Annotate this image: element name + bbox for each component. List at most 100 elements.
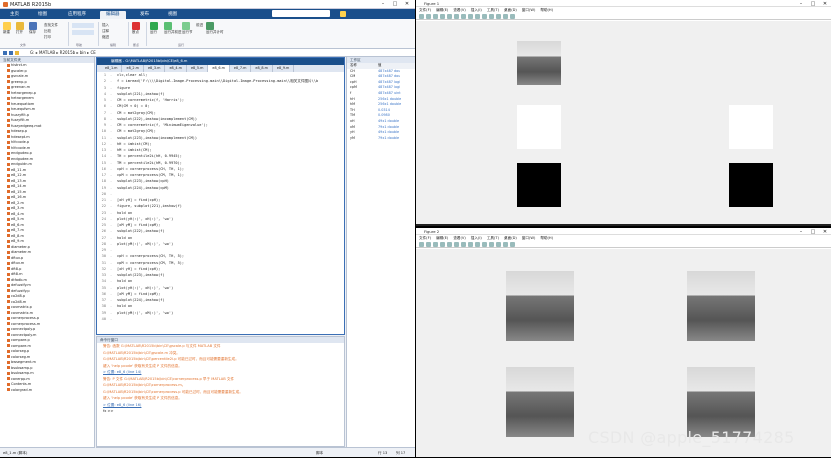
up-folder-icon[interactable]	[15, 51, 19, 55]
data-cursor-icon[interactable]	[482, 241, 487, 247]
open-button[interactable]: 打开	[16, 22, 24, 35]
open-icon[interactable]	[426, 241, 431, 247]
print-button[interactable]: 打印	[44, 35, 51, 40]
editor-tab[interactable]: e8_8.m	[251, 65, 273, 72]
figure-canvas[interactable]	[416, 21, 831, 224]
menu-item[interactable]: 帮助(H)	[540, 7, 553, 13]
pointer-icon[interactable]	[447, 241, 452, 247]
minimize-icon[interactable]: –	[378, 1, 388, 8]
new-figure-icon[interactable]	[419, 13, 424, 19]
line-number[interactable]: 40	[97, 316, 106, 322]
menu-item[interactable]: 窗口(W)	[522, 235, 536, 241]
indent-button[interactable]: 缩进	[102, 35, 109, 40]
maximize-icon[interactable]: □	[390, 1, 400, 8]
find-field[interactable]	[72, 30, 94, 35]
help-icon[interactable]	[340, 11, 346, 17]
editor-tab[interactable]: e8_9.m	[273, 65, 295, 72]
pan-icon[interactable]	[468, 13, 473, 19]
save-button[interactable]: 保存	[29, 22, 37, 35]
run-advance-button[interactable]: 运行并前进	[164, 22, 182, 35]
workspace-variable-row[interactable]: yM 79x1 double	[347, 136, 415, 142]
link-icon[interactable]	[496, 241, 501, 247]
menu-item[interactable]: 查看(V)	[453, 7, 465, 13]
file-item[interactable]: colorgrad.m	[0, 388, 94, 394]
menu-item[interactable]: 窗口(W)	[522, 7, 536, 13]
menu-item[interactable]: 插入(I)	[471, 7, 482, 13]
tab-home[interactable]: 主页	[4, 11, 25, 19]
editor-tab[interactable]: e8_6.m	[208, 65, 230, 72]
editor-tab[interactable]: e8_2.m	[122, 65, 144, 72]
comment-button[interactable]: 注释	[102, 29, 109, 34]
close-icon[interactable]: ✕	[820, 229, 830, 236]
menu-item[interactable]: 桌面(D)	[504, 7, 517, 13]
print-icon[interactable]	[440, 13, 445, 19]
code-area[interactable]: 1- clc,clear all; 2- f = imread('F:\\\\Digi…	[97, 72, 344, 335]
menu-item[interactable]: 工具(T)	[487, 235, 499, 241]
rotate-icon[interactable]	[475, 13, 480, 19]
colorbar-icon[interactable]	[503, 241, 508, 247]
code-line[interactable]: 2-f = imread('F:\\\\Digital-Image-Proces…	[97, 78, 344, 84]
run-button[interactable]: 运行	[150, 22, 158, 35]
zoom-in-icon[interactable]	[454, 13, 459, 19]
close-icon[interactable]: ✕	[402, 1, 412, 8]
brush-icon[interactable]	[489, 241, 494, 247]
zoom-in-icon[interactable]	[454, 241, 459, 247]
menu-item[interactable]: 工具(T)	[487, 7, 499, 13]
new-button[interactable]: 新建	[3, 22, 11, 35]
code-line[interactable]: 40-	[97, 316, 344, 322]
tab-plots[interactable]: 绘图	[32, 11, 53, 19]
open-icon[interactable]	[426, 13, 431, 19]
menu-item[interactable]: 文件(F)	[419, 7, 431, 13]
link-icon[interactable]	[496, 13, 501, 19]
pan-icon[interactable]	[468, 241, 473, 247]
print-icon[interactable]	[440, 241, 445, 247]
pointer-icon[interactable]	[447, 13, 452, 19]
menu-item[interactable]: 查看(V)	[453, 235, 465, 241]
run-and-time-button[interactable]: 运行并计时	[206, 22, 224, 35]
editor-tab[interactable]: e8_1.m	[101, 65, 123, 72]
find-files-button[interactable]: 查找文件	[44, 23, 58, 28]
legend-icon[interactable]	[510, 241, 515, 247]
breakpoints-button[interactable]: 断点	[132, 22, 140, 35]
editor-tab[interactable]: e8_7.m	[230, 65, 252, 72]
breakpoint-gutter[interactable]: -	[110, 316, 113, 322]
tab-publish[interactable]: 发布	[134, 11, 155, 19]
rotate-icon[interactable]	[475, 241, 480, 247]
menu-item[interactable]: 插入(I)	[471, 235, 482, 241]
menu-item[interactable]: 桌面(D)	[504, 235, 517, 241]
menu-item[interactable]: 文件(F)	[419, 235, 431, 241]
legend-icon[interactable]	[510, 13, 515, 19]
close-icon[interactable]: ✕	[820, 1, 830, 8]
figure-canvas[interactable]	[416, 249, 831, 457]
colorbar-icon[interactable]	[503, 13, 508, 19]
editor-tab[interactable]: e8_4.m	[165, 65, 187, 72]
compare-button[interactable]: 比较	[44, 29, 51, 34]
back-icon[interactable]	[3, 51, 7, 55]
menu-item[interactable]: 帮助(H)	[540, 235, 553, 241]
data-cursor-icon[interactable]	[482, 13, 487, 19]
command-window[interactable]: 命令行窗口 警告: 函数 G:\MATLAB\R2015b\bin\CE\gsc…	[96, 336, 345, 447]
save-icon[interactable]	[433, 241, 438, 247]
forward-icon[interactable]	[9, 51, 13, 55]
editor-tab[interactable]: e8_5.m	[187, 65, 209, 72]
menu-item[interactable]: 编辑(E)	[436, 7, 448, 13]
insert-button[interactable]: 插入	[102, 23, 109, 28]
goto-field[interactable]	[72, 23, 94, 28]
tab-apps[interactable]: 应用程序	[62, 11, 92, 19]
zoom-out-icon[interactable]	[461, 13, 466, 19]
save-icon[interactable]	[433, 13, 438, 19]
zoom-out-icon[interactable]	[461, 241, 466, 247]
tab-editor[interactable]: 编辑器	[100, 11, 126, 19]
run-section-button[interactable]: 运行节	[182, 22, 193, 35]
minimize-icon[interactable]: –	[796, 229, 806, 236]
minimize-icon[interactable]: –	[796, 1, 806, 8]
search-documentation-input[interactable]	[272, 10, 330, 17]
tab-view[interactable]: 视图	[162, 11, 183, 19]
maximize-icon[interactable]: □	[808, 1, 818, 8]
editor-tab[interactable]: e8_3.m	[144, 65, 166, 72]
address-bar[interactable]: G: ▸ MATLAB ▸ R2015b ▸ bin ▸ CE	[0, 49, 415, 57]
menu-item[interactable]: 编辑(E)	[436, 235, 448, 241]
maximize-icon[interactable]: □	[808, 229, 818, 236]
command-prompt[interactable]: fx >>	[97, 408, 344, 415]
brush-icon[interactable]	[489, 13, 494, 19]
